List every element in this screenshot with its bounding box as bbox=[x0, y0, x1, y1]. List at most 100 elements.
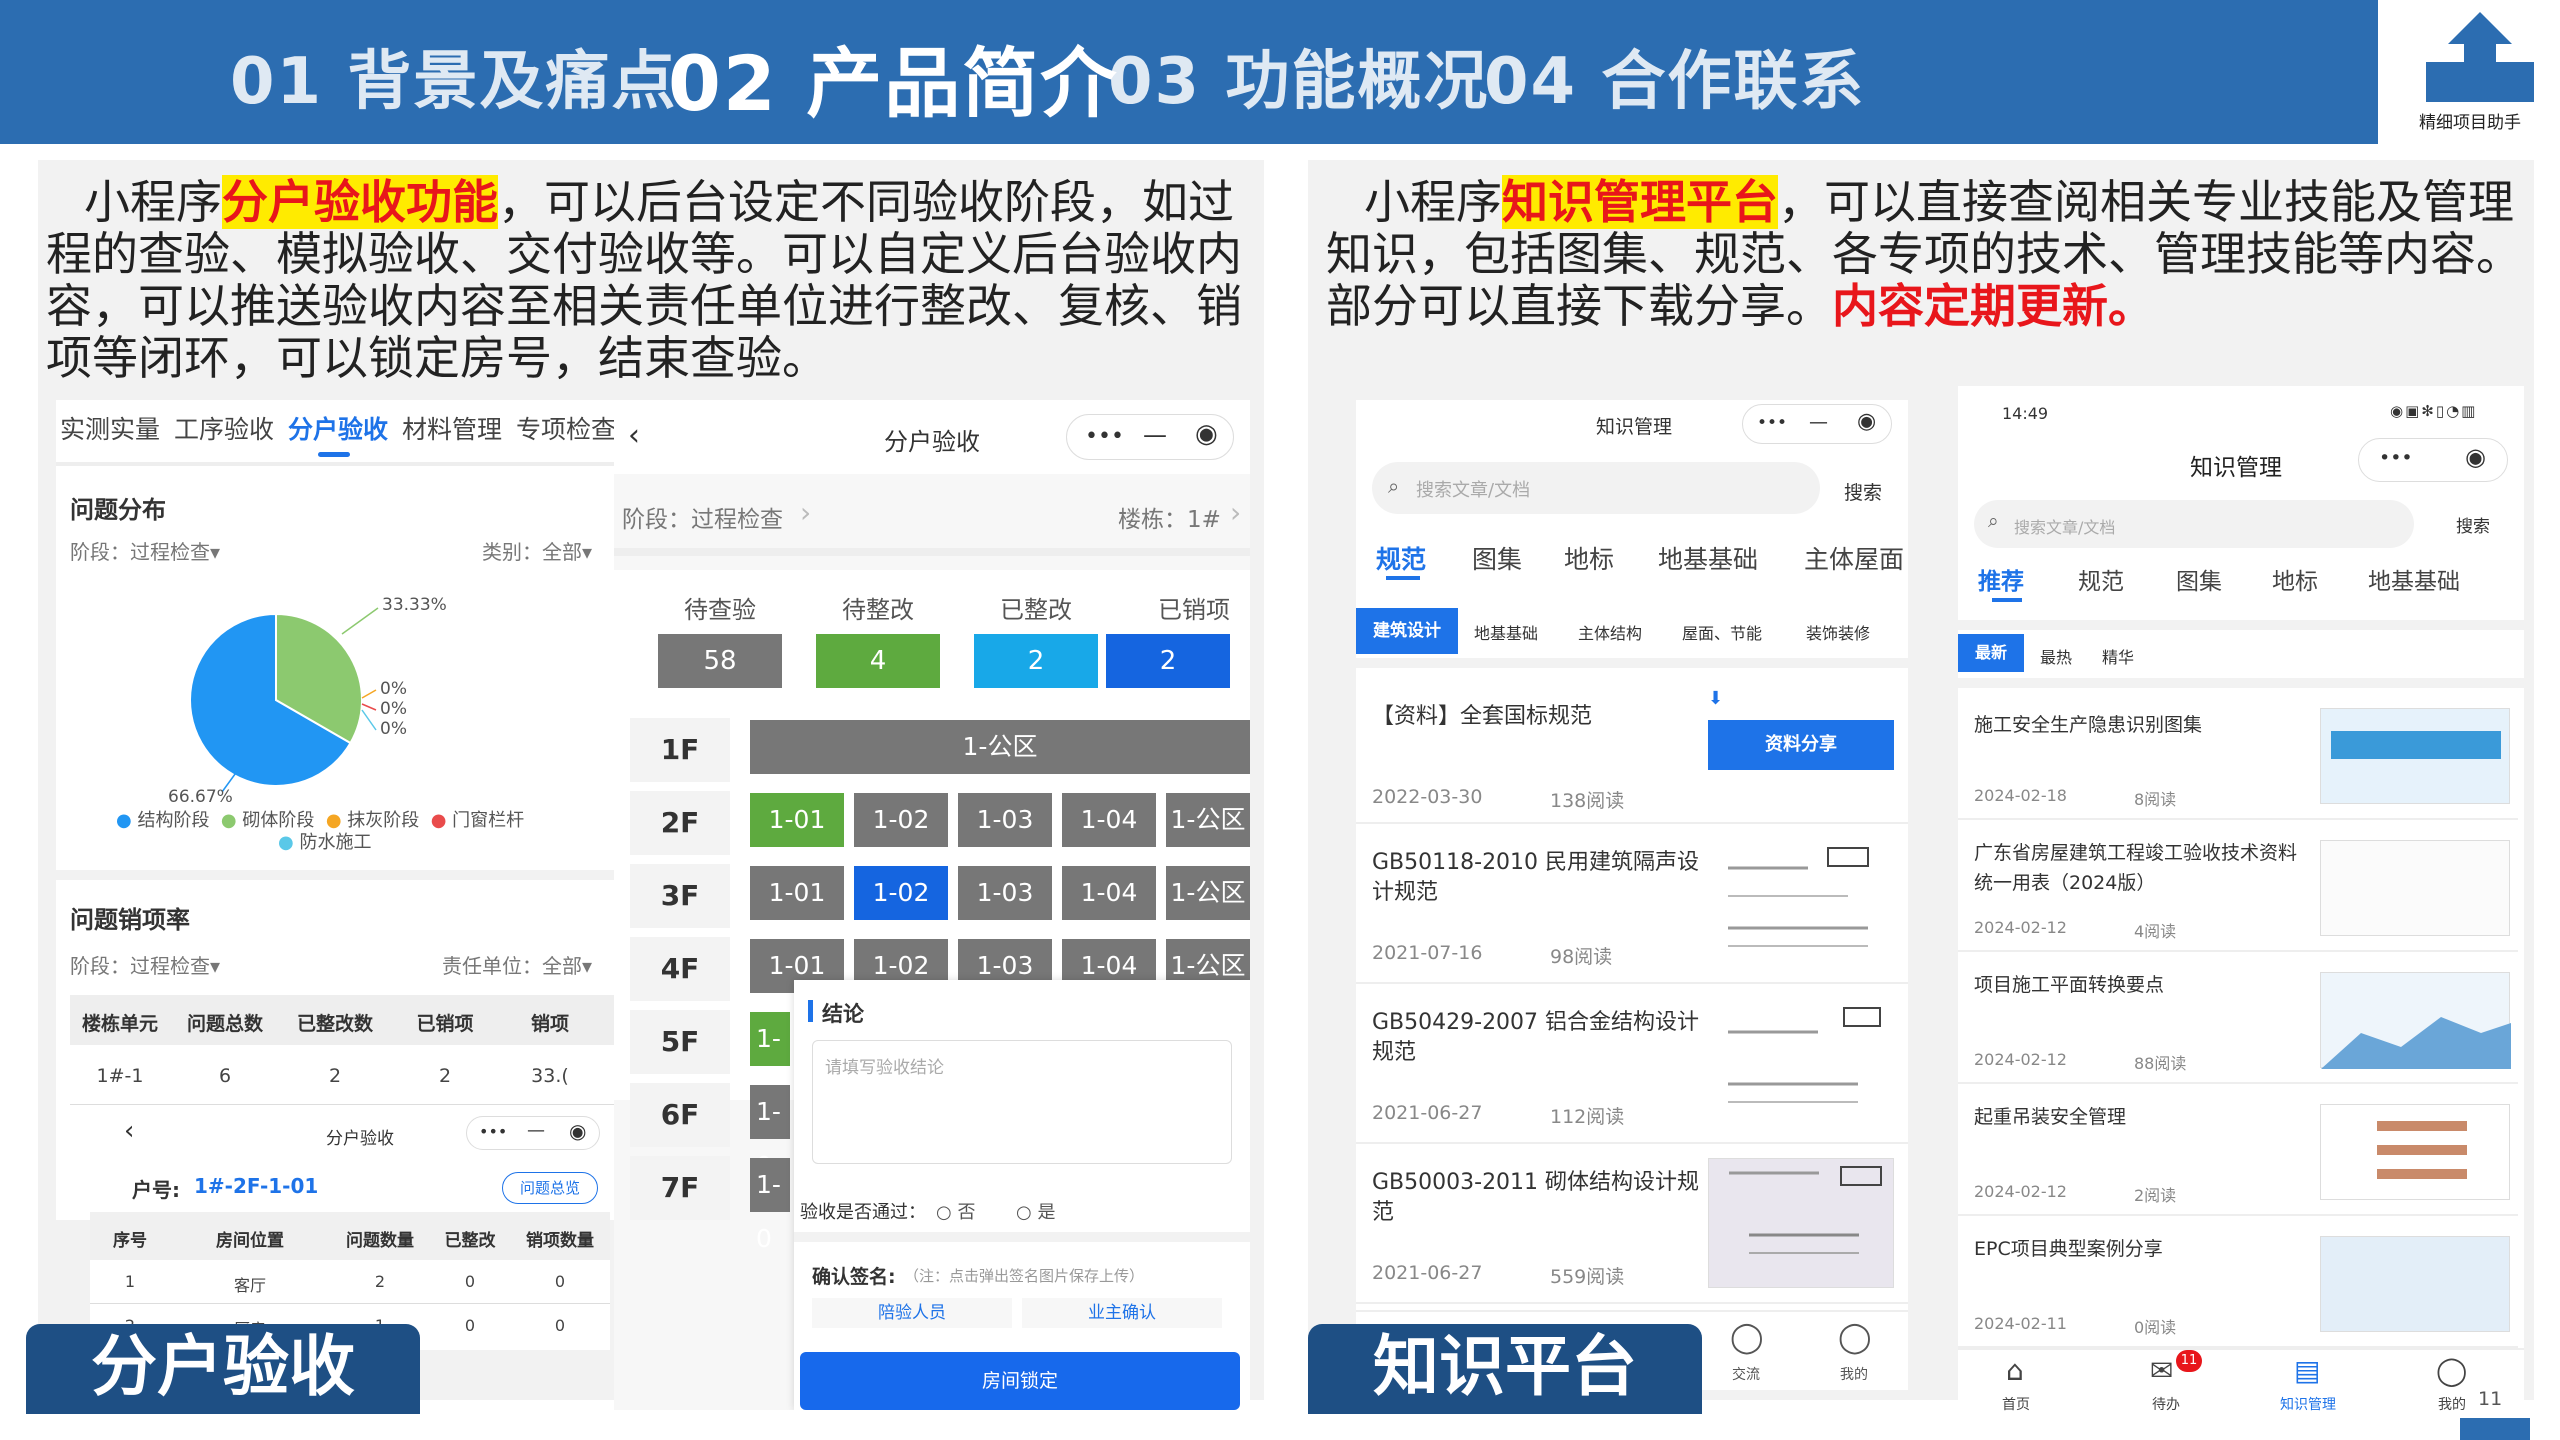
k1-capsule[interactable]: ••• — ◉ bbox=[1742, 404, 1892, 444]
conclusion-input[interactable]: 请填写验收结论 bbox=[812, 1040, 1232, 1164]
k1-subtab-roof[interactable]: 屋面、节能 bbox=[1682, 620, 1762, 644]
status-rectified-value[interactable]: 2 bbox=[974, 634, 1098, 688]
k1-close-icon[interactable]: ◉ bbox=[1857, 409, 1876, 434]
room-3f-public[interactable]: 1-公区 bbox=[1166, 866, 1250, 920]
k2-item-2[interactable]: 广东省房屋建筑工程竣工验收技术资料统一用表（2024版） 2024-02-12 … bbox=[1958, 822, 2518, 952]
nav-item-background[interactable]: 01 背景及痛点 bbox=[230, 30, 677, 122]
k2-search-button[interactable]: 搜索 bbox=[2456, 512, 2490, 537]
k1-item-4[interactable]: GB50003-2011 砌体结构设计规范 2021-06-27 559阅读 bbox=[1356, 1144, 1908, 1304]
k1-tab-spec[interactable]: 规范 bbox=[1376, 540, 1426, 576]
k1-tab-roof[interactable]: 主体屋面 bbox=[1804, 540, 1904, 576]
k1-item-3[interactable]: GB50429-2007 铝合金结构设计规范 2021-06-27 112阅读 bbox=[1356, 984, 1908, 1144]
k1-item-1[interactable]: 【资料】全套国标规范 2022-03-30 138阅读 ⬇ 资料分享 bbox=[1356, 668, 1908, 824]
k1-tab-local[interactable]: 地标 bbox=[1564, 540, 1614, 576]
room-3f-03[interactable]: 1-03 bbox=[958, 866, 1052, 920]
k2-capsule[interactable]: ••• ◉ bbox=[2358, 438, 2508, 482]
nav-item-contact[interactable]: 04 合作联系 bbox=[1484, 30, 1865, 122]
minimize-icon[interactable]: — bbox=[1143, 421, 1167, 449]
room-3f-02[interactable]: 1-02 bbox=[854, 866, 948, 920]
user-icon[interactable]: ◯ bbox=[1838, 1320, 1872, 1355]
tab-material[interactable]: 材料管理 bbox=[402, 410, 502, 446]
back-icon-2[interactable]: ‹ bbox=[124, 1116, 134, 1146]
k2-tab-recommend[interactable]: 推荐 bbox=[1978, 562, 2024, 596]
room-6f-01[interactable]: 1-0 bbox=[750, 1085, 790, 1180]
k1-minimize-icon[interactable]: — bbox=[1809, 411, 1828, 433]
k1-search-button[interactable]: 搜索 bbox=[1844, 478, 1882, 505]
k1-item-2[interactable]: GB50118-2010 民用建筑隔声设计规范 2021-07-16 98阅读 bbox=[1356, 824, 1908, 984]
more-icon[interactable]: ••• bbox=[1085, 424, 1124, 449]
minimize-icon-2[interactable]: — bbox=[527, 1120, 545, 1141]
room-3f-01[interactable]: 1-01 bbox=[750, 866, 844, 920]
home-icon[interactable]: ⌂ bbox=[2006, 1354, 2024, 1387]
tab-special[interactable]: 专项检查 bbox=[516, 410, 616, 446]
k2-subtab-hot[interactable]: 最热 bbox=[2040, 644, 2072, 668]
nav-item-features[interactable]: 03 功能概况 bbox=[1108, 30, 1489, 122]
k2-tab-spec[interactable]: 规范 bbox=[2078, 562, 2124, 596]
k1-tab-foundation[interactable]: 地基基础 bbox=[1658, 540, 1758, 576]
room-2f-04[interactable]: 1-04 bbox=[1062, 793, 1156, 847]
k1-nav-me[interactable]: 我的 bbox=[1840, 1364, 1868, 1384]
dist-stage-select[interactable]: 阶段：过程检查▾ bbox=[70, 536, 220, 565]
room-2f-02[interactable]: 1-02 bbox=[854, 793, 948, 847]
issue-overview-button[interactable]: 问题总览 bbox=[502, 1172, 598, 1204]
k2-item-4[interactable]: 起重吊装安全管理 2024-02-12 2阅读 bbox=[1958, 1086, 2518, 1216]
k1-more-icon[interactable]: ••• bbox=[1757, 413, 1787, 433]
back-icon[interactable]: ‹ bbox=[628, 418, 640, 453]
download-icon[interactable]: ⬇ bbox=[1708, 688, 1723, 709]
k2-tab-foundation[interactable]: 地基基础 bbox=[2368, 562, 2460, 596]
more-icon-2[interactable]: ••• bbox=[479, 1122, 507, 1141]
owner-sign-button[interactable]: 业主确认 bbox=[1022, 1298, 1222, 1328]
radio-yes[interactable]: ○ 是 bbox=[1016, 1198, 1055, 1224]
room-3f-04[interactable]: 1-04 bbox=[1062, 866, 1156, 920]
rate-stage-select[interactable]: 阶段：过程检查▾ bbox=[70, 950, 220, 979]
knowledge-icon[interactable]: ▤ bbox=[2294, 1354, 2320, 1387]
user-icon-2[interactable]: ◯ bbox=[2436, 1354, 2467, 1387]
k1-subtab-design[interactable]: 建筑设计 bbox=[1356, 608, 1458, 654]
k2-item-3[interactable]: 项目施工平面转换要点 2024-02-12 88阅读 bbox=[1958, 954, 2518, 1084]
k1-subtab-foundation[interactable]: 地基基础 bbox=[1474, 620, 1538, 644]
k2-more-icon[interactable]: ••• bbox=[2379, 447, 2413, 469]
room-1f-public[interactable]: 1-公区 bbox=[750, 720, 1250, 774]
k2-close-icon[interactable]: ◉ bbox=[2465, 443, 2486, 471]
k2-item-1[interactable]: 施工安全生产隐患识别图集 2024-02-18 8阅读 bbox=[1958, 690, 2518, 820]
room-7f-01[interactable]: 1-0 bbox=[750, 1158, 790, 1253]
k2-subtab-best[interactable]: 精华 bbox=[2102, 644, 2134, 668]
escort-sign-button[interactable]: 陪验人员 bbox=[812, 1298, 1012, 1328]
k2-tab-local[interactable]: 地标 bbox=[2272, 562, 2318, 596]
status-pending-value[interactable]: 58 bbox=[658, 634, 782, 688]
capsule-menu-2[interactable]: ••• — ◉ bbox=[466, 1116, 600, 1150]
room-2f-03[interactable]: 1-03 bbox=[958, 793, 1052, 847]
close-circle-icon-2[interactable]: ◉ bbox=[569, 1119, 586, 1143]
building-select[interactable]: 楼栋：1# bbox=[1118, 500, 1221, 534]
tab-process[interactable]: 工序验收 bbox=[174, 410, 274, 446]
dist-category-select[interactable]: 类别：全部▾ bbox=[482, 536, 592, 565]
rate-unit-select[interactable]: 责任单位：全部▾ bbox=[442, 950, 592, 979]
room-5f-01[interactable]: 1-0 bbox=[750, 1012, 790, 1107]
k2-tab-atlas[interactable]: 图集 bbox=[2176, 562, 2222, 596]
k2-nav-todo[interactable]: 待办 bbox=[2152, 1394, 2180, 1414]
radio-no[interactable]: ○ 否 bbox=[936, 1198, 975, 1224]
status-closed-value[interactable]: 2 bbox=[1106, 634, 1230, 688]
chat-icon[interactable]: ◯ bbox=[1730, 1320, 1764, 1355]
lock-room-button[interactable]: 房间锁定 bbox=[800, 1352, 1240, 1410]
k1-search-input[interactable]: ⌕ 搜索文章/文档 bbox=[1372, 462, 1820, 514]
status-rectify-value[interactable]: 4 bbox=[816, 634, 940, 688]
k1-subtab-structure[interactable]: 主体结构 bbox=[1578, 620, 1642, 644]
room-2f-01[interactable]: 1-01 bbox=[750, 793, 844, 847]
nav-item-product[interactable]: 02 产品简介 bbox=[668, 22, 1118, 132]
capsule-menu[interactable]: ••• — ◉ bbox=[1066, 414, 1234, 460]
tab-measure[interactable]: 实测实量 bbox=[60, 410, 160, 446]
k1-share-button[interactable]: 资料分享 bbox=[1708, 720, 1894, 770]
room-2f-public[interactable]: 1-公区 bbox=[1166, 793, 1250, 847]
mail-icon[interactable]: ✉ bbox=[2150, 1354, 2173, 1387]
k2-nav-me[interactable]: 我的 bbox=[2438, 1394, 2466, 1414]
close-circle-icon[interactable]: ◉ bbox=[1195, 419, 1218, 449]
k2-item-5[interactable]: EPC项目典型案例分享 2024-02-11 0阅读 bbox=[1958, 1218, 2518, 1348]
k1-subtab-decor[interactable]: 装饰装修 bbox=[1806, 620, 1870, 644]
k1-tab-atlas[interactable]: 图集 bbox=[1472, 540, 1522, 576]
k1-nav-chat[interactable]: 交流 bbox=[1732, 1364, 1760, 1384]
k2-subtab-latest[interactable]: 最新 bbox=[1958, 634, 2024, 672]
k2-nav-home[interactable]: 首页 bbox=[2002, 1394, 2030, 1414]
tab-household[interactable]: 分户验收 bbox=[288, 410, 388, 446]
k2-nav-knowledge[interactable]: 知识管理 bbox=[2280, 1394, 2336, 1414]
